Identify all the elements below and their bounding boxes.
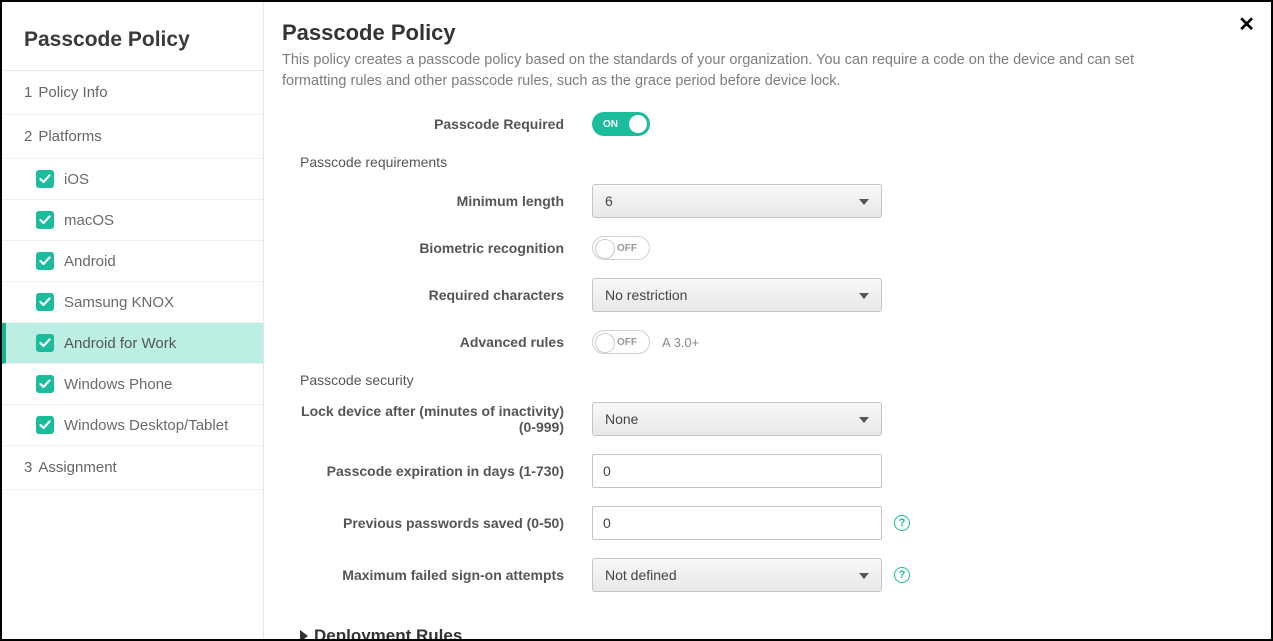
nav-label: Assignment bbox=[38, 459, 116, 476]
label-prev-passwords: Previous passwords saved (0-50) bbox=[282, 515, 592, 531]
nav-number: 1 bbox=[24, 84, 32, 101]
page-title: Passcode Policy bbox=[282, 20, 1239, 46]
select-max-failed[interactable]: Not defined bbox=[592, 558, 882, 592]
select-value: None bbox=[605, 411, 638, 427]
label-required-chars: Required characters bbox=[282, 287, 592, 303]
platform-label: Android bbox=[64, 253, 116, 270]
checkbox-icon bbox=[36, 211, 54, 229]
help-icon[interactable]: ? bbox=[894, 515, 910, 531]
triangle-right-icon bbox=[300, 630, 308, 639]
select-required-chars[interactable]: No restriction bbox=[592, 278, 882, 312]
label-expiration: Passcode expiration in days (1-730) bbox=[282, 463, 592, 479]
close-icon[interactable]: ✕ bbox=[1238, 12, 1255, 37]
nav-label: Platforms bbox=[38, 128, 101, 145]
sidebar: Passcode Policy 1 Policy Info 2 Platform… bbox=[2, 2, 264, 639]
sidebar-title: Passcode Policy bbox=[2, 2, 263, 71]
platforms-list: iOS macOS Android Samsung KNOX Android for W… bbox=[2, 159, 263, 446]
platform-item-macos[interactable]: macOS bbox=[2, 200, 263, 241]
platform-item-ios[interactable]: iOS bbox=[2, 159, 263, 200]
label-lock-after: Lock device after (minutes of inactivity… bbox=[282, 403, 592, 435]
deployment-rules-label: Deployment Rules bbox=[314, 626, 462, 639]
platform-label: macOS bbox=[64, 212, 114, 229]
nav-number: 2 bbox=[24, 128, 32, 145]
platform-label: Samsung KNOX bbox=[64, 294, 174, 311]
policy-window: ✕ Passcode Policy 1 Policy Info 2 Platfo… bbox=[0, 0, 1273, 641]
platform-item-android[interactable]: Android bbox=[2, 241, 263, 282]
select-lock-after[interactable]: None bbox=[592, 402, 882, 436]
platform-item-windows-phone[interactable]: Windows Phone bbox=[2, 364, 263, 405]
label-max-failed: Maximum failed sign-on attempts bbox=[282, 567, 592, 583]
nav-label: Policy Info bbox=[38, 84, 107, 101]
section-security: Passcode security bbox=[300, 372, 1239, 388]
select-value: No restriction bbox=[605, 287, 687, 303]
toggle-text: OFF bbox=[617, 243, 637, 254]
toggle-biometric[interactable]: OFF bbox=[592, 236, 650, 260]
label-passcode-required: Passcode Required bbox=[282, 116, 592, 132]
advanced-rules-note: A 3.0+ bbox=[662, 335, 699, 350]
platform-label: Windows Phone bbox=[64, 376, 172, 393]
page-description: This policy creates a passcode policy ba… bbox=[282, 50, 1202, 92]
platform-item-windows-desktop-tablet[interactable]: Windows Desktop/Tablet bbox=[2, 405, 263, 446]
toggle-passcode-required[interactable]: ON bbox=[592, 112, 650, 136]
section-requirements: Passcode requirements bbox=[300, 154, 1239, 170]
checkbox-icon bbox=[36, 375, 54, 393]
checkbox-icon bbox=[36, 252, 54, 270]
select-value: Not defined bbox=[605, 567, 677, 583]
checkbox-icon bbox=[36, 170, 54, 188]
label-advanced-rules: Advanced rules bbox=[282, 334, 592, 350]
toggle-text: OFF bbox=[617, 337, 637, 348]
select-min-length[interactable]: 6 bbox=[592, 184, 882, 218]
platform-label: iOS bbox=[64, 171, 89, 188]
input-prev-passwords[interactable] bbox=[592, 506, 882, 540]
platform-label: Windows Desktop/Tablet bbox=[64, 417, 228, 434]
checkbox-icon bbox=[36, 293, 54, 311]
label-min-length: Minimum length bbox=[282, 193, 592, 209]
deployment-rules-toggle[interactable]: Deployment Rules bbox=[282, 626, 1239, 639]
content-panel: Passcode Policy This policy creates a pa… bbox=[264, 2, 1271, 639]
nav-policy-info[interactable]: 1 Policy Info bbox=[2, 71, 263, 115]
nav-platforms[interactable]: 2 Platforms bbox=[2, 115, 263, 159]
select-value: 6 bbox=[605, 193, 613, 209]
input-expiration[interactable] bbox=[592, 454, 882, 488]
platform-item-samsung-knox[interactable]: Samsung KNOX bbox=[2, 282, 263, 323]
nav-assignment[interactable]: 3 Assignment bbox=[2, 446, 263, 490]
platform-item-android-for-work[interactable]: Android for Work bbox=[2, 323, 263, 364]
nav-number: 3 bbox=[24, 459, 32, 476]
checkbox-icon bbox=[36, 334, 54, 352]
toggle-advanced-rules[interactable]: OFF bbox=[592, 330, 650, 354]
toggle-text: ON bbox=[603, 119, 618, 130]
label-biometric: Biometric recognition bbox=[282, 240, 592, 256]
checkbox-icon bbox=[36, 416, 54, 434]
platform-label: Android for Work bbox=[64, 335, 176, 352]
help-icon[interactable]: ? bbox=[894, 567, 910, 583]
